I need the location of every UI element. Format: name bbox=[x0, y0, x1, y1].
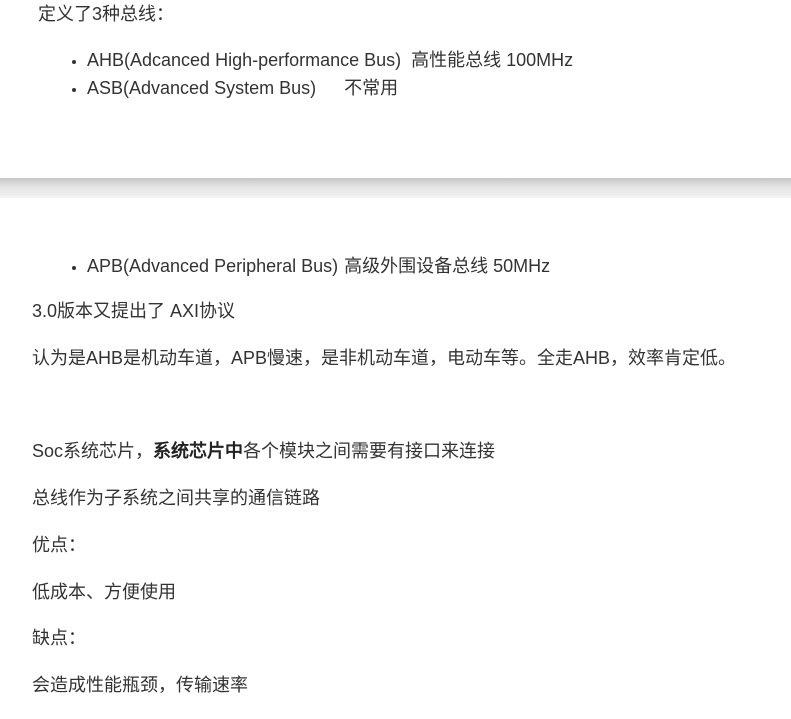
list-item-ahb: AHB(Adcanced High-performance Bus) 高性能总线 … bbox=[87, 46, 573, 74]
soc-prefix: Soc系统芯片， bbox=[32, 441, 154, 461]
bus-name: AHB(Adcanced High-performance Bus) bbox=[87, 50, 402, 70]
list-item-apb: APB(Advanced Peripheral Bus)高级外围设备总线 50M… bbox=[87, 252, 550, 280]
paragraph-analogy: 认为是AHB是机动车道，APB慢速，是非机动车道，电动车等。全走AHB，效率肯定… bbox=[32, 348, 737, 368]
page-break-divider bbox=[0, 178, 791, 198]
soc-bold: 系统芯片中 bbox=[153, 441, 244, 461]
soc-suffix: 各个模块之间需要有接口来连接 bbox=[243, 441, 496, 461]
cons-text: 会造成性能瓶颈，传输速率 bbox=[32, 675, 248, 695]
bus-list-top: AHB(Adcanced High-performance Bus) 高性能总线 … bbox=[0, 46, 573, 102]
paragraph-bus-role: 总线作为子系统之间共享的通信链路 bbox=[32, 488, 320, 508]
bus-desc: 不常用 bbox=[344, 78, 399, 98]
paragraph-axi: 3.0版本又提出了 AXI协议 bbox=[32, 301, 236, 321]
bus-list-bottom: APB(Advanced Peripheral Bus)高级外围设备总线 50M… bbox=[0, 252, 550, 280]
pros-text: 低成本、方便使用 bbox=[32, 582, 176, 602]
intro-text: 定义了3种总线： bbox=[38, 4, 175, 24]
paragraph-soc: Soc系统芯片，系统芯片中各个模块之间需要有接口来连接 bbox=[32, 439, 495, 463]
bus-desc: 高性能总线 100MHz bbox=[411, 50, 574, 70]
bus-name: ASB(Advanced System Bus) bbox=[87, 78, 317, 98]
bus-desc: 高级外围设备总线 50MHz bbox=[344, 256, 551, 276]
bus-name: APB(Advanced Peripheral Bus) bbox=[87, 256, 339, 276]
pros-label: 优点： bbox=[32, 535, 86, 555]
cons-label: 缺点： bbox=[32, 628, 86, 648]
list-item-asb: ASB(Advanced System Bus) 不常用 bbox=[87, 74, 573, 102]
